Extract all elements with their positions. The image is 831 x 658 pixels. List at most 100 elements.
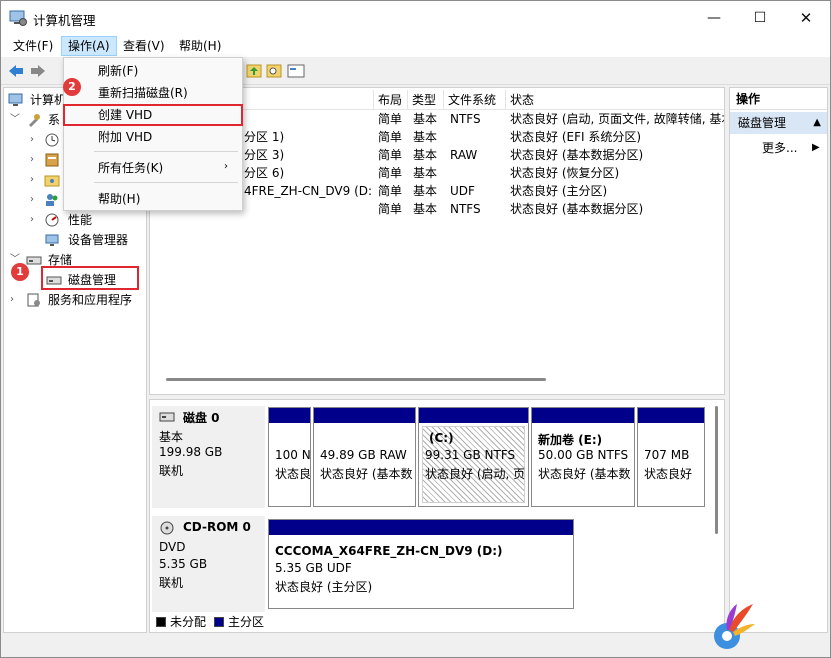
- toolbar-up-icon[interactable]: [245, 62, 263, 80]
- actions-header: 操作: [730, 88, 827, 110]
- partition-size: 49.89 GB RAW: [320, 448, 407, 462]
- legend-primary: 主分区: [228, 615, 265, 629]
- cell-type: 基本: [413, 184, 438, 198]
- cdrom-0-label[interactable]: CD-ROM 0 DVD 5.35 GB 联机: [152, 516, 265, 612]
- column-header-layout[interactable]: 布局: [374, 90, 408, 110]
- partition-bar: [532, 408, 634, 423]
- partition-block[interactable]: 100 N 状态良: [268, 407, 311, 507]
- menu-item-rescan-disks[interactable]: 重新扫描磁盘(R): [64, 82, 242, 104]
- actions-pane: 操作 磁盘管理 ▲ 更多... ▶: [729, 87, 828, 633]
- minimize-button[interactable]: —: [691, 1, 737, 35]
- cell-type: 基本: [413, 148, 438, 162]
- menu-file[interactable]: 文件(F): [7, 36, 59, 56]
- menu-item-all-tasks[interactable]: 所有任务(K): [64, 157, 242, 179]
- partition-bar: [269, 408, 310, 423]
- cell-type: 基本: [413, 202, 438, 216]
- close-button[interactable]: ✕: [783, 1, 829, 35]
- cell-layout: 简单: [378, 202, 403, 216]
- collapse-chevron-icon[interactable]: ›: [30, 150, 40, 170]
- collapse-arrow-icon[interactable]: ▲: [813, 112, 821, 134]
- toolbar-console-icon[interactable]: [287, 62, 305, 80]
- cell-layout: 简单: [378, 166, 403, 180]
- menu-help[interactable]: 帮助(H): [173, 36, 227, 56]
- clock-icon: [45, 133, 59, 147]
- legend-unallocated: 未分配: [170, 615, 207, 629]
- column-header-filesystem[interactable]: 文件系统: [444, 90, 506, 110]
- collapse-chevron-icon[interactable]: ›: [30, 130, 40, 150]
- partition-block-c[interactable]: (C:) 99.31 GB NTFS 状态良好 (启动, 页: [418, 407, 529, 507]
- collapse-chevron-icon[interactable]: ›: [10, 290, 20, 310]
- storage-icon: [26, 256, 42, 265]
- menu-view[interactable]: 查看(V): [117, 36, 171, 56]
- expand-chevron-icon[interactable]: ﹀: [10, 110, 20, 130]
- action-context-menu: 刷新(F) 重新扫描磁盘(R) 创建 VHD 附加 VHD 所有任务(K) › …: [63, 57, 243, 211]
- menu-action[interactable]: 操作(A): [61, 36, 117, 56]
- computer-management-window: 计算机管理 — ☐ ✕ 文件(F) 操作(A) 查看(V) 帮助(H) 计算机 …: [0, 0, 831, 658]
- menu-item-refresh[interactable]: 刷新(F): [64, 60, 242, 82]
- partition-size: 100 N: [275, 448, 311, 462]
- partition-block[interactable]: 49.89 GB RAW 状态良好 (基本数: [313, 407, 416, 507]
- computer-icon: [8, 93, 23, 106]
- cell-type: 基本: [413, 130, 438, 144]
- disk-0-size: 199.98 GB: [159, 445, 223, 459]
- menu-separator: [94, 182, 238, 183]
- collapse-chevron-icon[interactable]: ›: [30, 170, 40, 190]
- partition-block-e[interactable]: 新加卷 (E:) 50.00 GB NTFS 状态良好 (基本数: [531, 407, 635, 507]
- watermark-logo-icon: [714, 604, 755, 649]
- tools-icon: [29, 114, 40, 127]
- partition-block[interactable]: 707 MB 状态良好: [637, 407, 705, 507]
- actions-more-link[interactable]: 更多...: [762, 138, 797, 158]
- collapse-chevron-icon[interactable]: ›: [30, 190, 40, 210]
- menu-item-help[interactable]: 帮助(H): [64, 188, 242, 210]
- event-viewer-icon: [45, 153, 59, 167]
- maximize-button[interactable]: ☐: [737, 1, 783, 35]
- vertical-scrollbar[interactable]: [715, 406, 718, 534]
- cell-layout: 简单: [378, 130, 403, 144]
- cdrom-0-type: DVD: [159, 540, 186, 554]
- users-icon: [46, 194, 58, 206]
- cell-status: 状态良好 (基本数据分区): [510, 148, 644, 162]
- services-icon: [27, 293, 40, 307]
- cell-status: 状态良好 (EFI 系统分区): [510, 130, 642, 144]
- back-arrow-icon[interactable]: [7, 62, 25, 80]
- title-bar: 计算机管理 — ☐ ✕: [1, 1, 830, 35]
- partition-block-d[interactable]: CCCOMA_X64FRE_ZH-CN_DV9 (D:) 5.35 GB UDF…: [268, 519, 574, 609]
- legend-swatch-unallocated: [156, 617, 166, 627]
- cell-filesystem: NTFS: [450, 112, 481, 126]
- partition-size: 5.35 GB UDF: [275, 561, 352, 575]
- cell-layout: 简单: [378, 148, 403, 162]
- cell-volume: 分区 1): [244, 130, 285, 144]
- step-badge-1: 1: [11, 263, 29, 281]
- tree-label-services: 服务和应用程序: [48, 293, 133, 307]
- cell-status: 状态良好 (主分区): [510, 184, 608, 198]
- more-arrow-icon[interactable]: ▶: [812, 138, 820, 158]
- disk-0-label[interactable]: 磁盘 0 基本 199.98 GB 联机: [152, 406, 265, 508]
- toolbar-search-icon[interactable]: [265, 62, 283, 80]
- cell-type: 基本: [413, 166, 438, 180]
- partition-title: (C:): [429, 431, 454, 445]
- tree-label-computer: 计算机: [30, 93, 67, 107]
- disk-graphical-view: 磁盘 0 基本 199.98 GB 联机 100 N 状态良 49.89 GB …: [149, 399, 725, 633]
- partition-bar: [419, 408, 528, 423]
- partition-status: 状态良好 (启动, 页: [425, 467, 526, 481]
- partition-bar: [638, 408, 704, 423]
- cell-status: 状态良好 (基本数据分区): [510, 202, 644, 216]
- partition-size: 707 MB: [644, 448, 690, 462]
- disk-icon: [159, 412, 175, 422]
- cdrom-0-size: 5.35 GB: [159, 557, 208, 571]
- horizontal-scrollbar[interactable]: [166, 378, 546, 381]
- partition-status: 状态良好 (基本数: [538, 467, 631, 481]
- menu-item-attach-vhd[interactable]: 附加 VHD: [64, 126, 242, 148]
- cell-layout: 简单: [378, 112, 403, 126]
- partition-title: CCCOMA_X64FRE_ZH-CN_DV9 (D:): [275, 544, 503, 558]
- forward-arrow-icon[interactable]: [29, 62, 47, 80]
- cell-filesystem: NTFS: [450, 202, 481, 216]
- collapse-chevron-icon[interactable]: ›: [30, 210, 40, 230]
- actions-section-disk-management[interactable]: 磁盘管理 ▲: [730, 112, 827, 134]
- column-header-type[interactable]: 类型: [408, 90, 444, 110]
- partition-status: 状态良: [275, 467, 311, 481]
- cell-volume: 分区 6): [244, 166, 285, 180]
- cell-layout: 简单: [378, 184, 403, 198]
- cell-status: 状态良好 (恢复分区): [510, 166, 620, 180]
- column-header-status[interactable]: 状态: [506, 90, 724, 110]
